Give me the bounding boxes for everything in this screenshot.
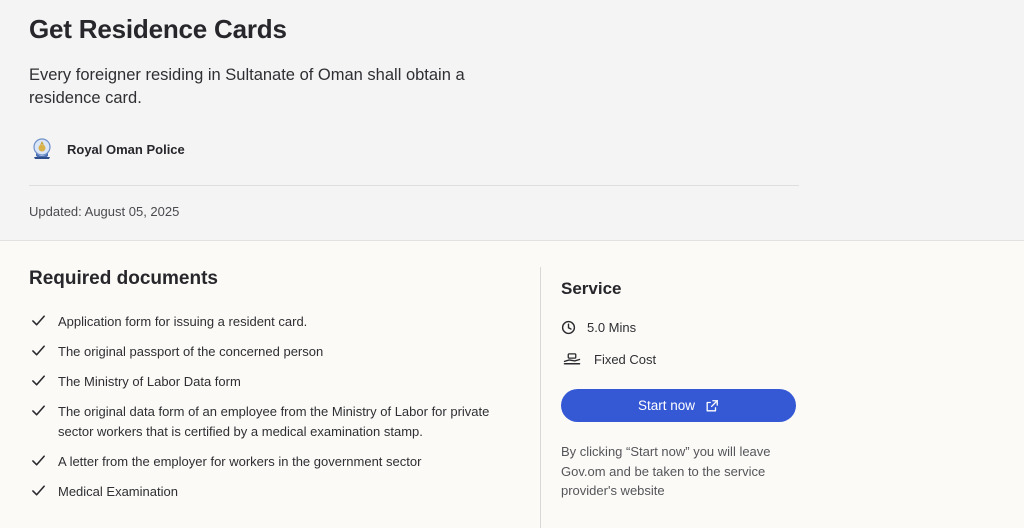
required-documents-list: Application form for issuing a resident … [31, 312, 511, 512]
provider: Royal Oman Police [31, 136, 185, 162]
provider-name[interactable]: Royal Oman Police [67, 142, 185, 157]
required-documents-heading: Required documents [29, 268, 218, 289]
list-item: Medical Examination [31, 482, 511, 502]
document-label: A letter from the employer for workers i… [58, 454, 422, 469]
clock-icon [561, 320, 576, 335]
payment-hand-icon [563, 353, 581, 365]
list-item: A letter from the employer for workers i… [31, 452, 511, 472]
list-item: Application form for issuing a resident … [31, 312, 511, 332]
service-heading: Service [561, 279, 622, 298]
cost-value: Fixed Cost [594, 352, 657, 367]
page-description: Every foreigner residing in Sultanate of… [29, 66, 465, 107]
service-hero: Get Residence Cards Every foreigner resi… [0, 0, 1024, 241]
royal-oman-police-emblem-icon [31, 137, 53, 161]
duration-value: 5.0 Mins [587, 320, 637, 335]
document-label: Medical Examination [58, 484, 178, 499]
start-now-label: Start now [637, 398, 696, 413]
duration-row: 5.0 Mins [561, 320, 636, 335]
list-item: The Ministry of Labor Data form [31, 372, 511, 392]
start-now-button[interactable]: Start now [561, 389, 796, 422]
check-icon [32, 315, 45, 326]
leave-site-notice: By clicking “Start now” you will leave G… [561, 444, 771, 498]
document-label: The original passport of the concerned p… [58, 344, 324, 359]
column-divider [540, 267, 541, 528]
divider [29, 185, 799, 186]
cost-row: Fixed Cost [561, 352, 656, 367]
updated-date: Updated: August 05, 2025 [29, 204, 180, 219]
check-icon [32, 375, 45, 386]
list-item: The original data form of an employee fr… [31, 402, 511, 442]
document-label: The Ministry of Labor Data form [58, 374, 241, 389]
check-icon [32, 485, 45, 496]
page-title: Get Residence Cards [29, 14, 287, 44]
document-label: The original data form of an employee fr… [58, 404, 490, 439]
external-link-icon [706, 399, 718, 411]
document-label: Application form for issuing a resident … [58, 314, 308, 329]
check-icon [32, 345, 45, 356]
list-item: The original passport of the concerned p… [31, 342, 511, 362]
check-icon [32, 455, 45, 466]
check-icon [32, 405, 45, 416]
